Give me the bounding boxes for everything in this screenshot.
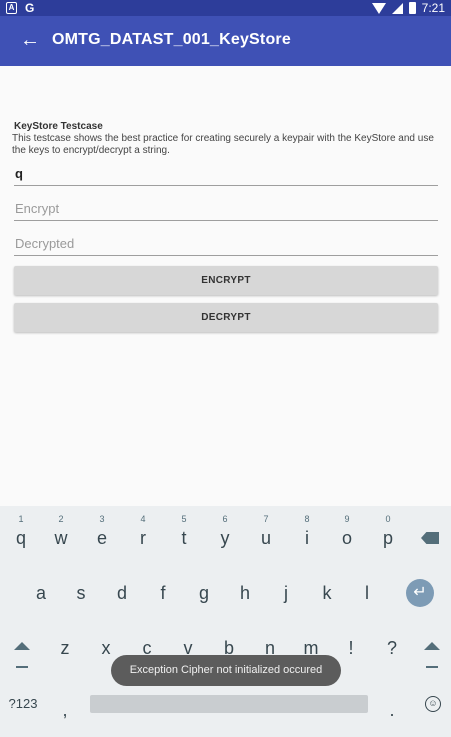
key-s[interactable]: s bbox=[70, 583, 92, 604]
key-i[interactable]: 8i bbox=[296, 514, 318, 549]
backspace-icon bbox=[421, 532, 439, 544]
app-bar: ← OMTG_DATAST_001_KeyStore bbox=[0, 16, 451, 66]
key-q[interactable]: 1q bbox=[10, 514, 32, 549]
key-a[interactable]: a bbox=[30, 583, 52, 604]
key-hint: 0 bbox=[385, 514, 391, 524]
wifi-icon bbox=[371, 2, 386, 14]
status-bar: A G 7:21 bbox=[0, 0, 451, 16]
emoji-icon: ☺ bbox=[425, 696, 441, 712]
key-y[interactable]: 6y bbox=[214, 514, 236, 549]
key-e[interactable]: 3e bbox=[91, 514, 113, 549]
a-icon: A bbox=[6, 2, 17, 14]
key-g[interactable]: g bbox=[193, 583, 215, 604]
key-r[interactable]: 4r bbox=[132, 514, 154, 549]
toast-message: Exception Cipher not initialized occured bbox=[111, 655, 341, 686]
key-z[interactable]: z bbox=[54, 638, 76, 659]
key-u[interactable]: 7u bbox=[255, 514, 277, 549]
shift-icon bbox=[14, 642, 30, 650]
back-arrow-icon[interactable]: ← bbox=[18, 28, 42, 52]
input-value: q bbox=[15, 166, 23, 181]
testcase-title: KeyStore Testcase bbox=[14, 121, 103, 132]
input-field[interactable]: q bbox=[14, 162, 438, 186]
key-k[interactable]: k bbox=[316, 583, 338, 604]
encrypt-button[interactable]: ENCRYPT bbox=[14, 266, 438, 295]
backspace-key[interactable] bbox=[421, 532, 439, 544]
enter-key[interactable]: ↵ bbox=[406, 579, 434, 607]
shift-key-right[interactable] bbox=[424, 642, 440, 668]
shift-icon bbox=[424, 642, 440, 650]
key-hint: 1 bbox=[18, 514, 24, 524]
key-l[interactable]: l bbox=[356, 583, 378, 604]
key-hint: 8 bbox=[304, 514, 310, 524]
enter-icon: ↵ bbox=[406, 579, 434, 607]
period-key[interactable]: . bbox=[384, 700, 400, 721]
key-x[interactable]: x bbox=[95, 638, 117, 659]
key-w[interactable]: 2w bbox=[50, 514, 72, 549]
key-hint: 3 bbox=[99, 514, 105, 524]
testcase-description: This testcase shows the best practice fo… bbox=[12, 133, 434, 156]
space-bar[interactable] bbox=[90, 695, 368, 713]
comma-key[interactable]: , bbox=[57, 700, 73, 721]
decrypt-button[interactable]: DECRYPT bbox=[14, 303, 438, 332]
key-f[interactable]: f bbox=[152, 583, 174, 604]
key-hint: 2 bbox=[58, 514, 64, 524]
key-j[interactable]: j bbox=[275, 583, 297, 604]
decrypted-placeholder: Decrypted bbox=[15, 236, 75, 251]
status-time: 7:21 bbox=[421, 1, 445, 15]
key-exclamation[interactable]: ! bbox=[340, 638, 362, 659]
encrypt-placeholder: Encrypt bbox=[15, 201, 60, 216]
encrypt-field[interactable]: Encrypt bbox=[14, 197, 438, 221]
shift-key-left[interactable] bbox=[14, 642, 30, 668]
key-hint: 4 bbox=[140, 514, 146, 524]
key-d[interactable]: d bbox=[111, 583, 133, 604]
key-p[interactable]: 0p bbox=[377, 514, 399, 549]
symbols-key[interactable]: ?123 bbox=[6, 696, 40, 711]
key-h[interactable]: h bbox=[234, 583, 256, 604]
key-o[interactable]: 9o bbox=[336, 514, 358, 549]
key-question[interactable]: ? bbox=[381, 638, 403, 659]
key-hint: 6 bbox=[222, 514, 228, 524]
key-t[interactable]: 5t bbox=[173, 514, 195, 549]
decrypted-field[interactable]: Decrypted bbox=[14, 232, 438, 256]
battery-icon bbox=[408, 2, 416, 14]
key-hint: 7 bbox=[263, 514, 269, 524]
soft-keyboard: 1q 2w 3e 4r 5t 6y 7u 8i 9o 0p a s d f g … bbox=[0, 506, 451, 737]
g-icon: G bbox=[25, 1, 35, 15]
emoji-key[interactable]: ☺ bbox=[425, 696, 441, 712]
key-hint: 9 bbox=[344, 514, 350, 524]
key-hint: 5 bbox=[181, 514, 187, 524]
page-title: OMTG_DATAST_001_KeyStore bbox=[52, 31, 291, 48]
cell-signal-icon bbox=[391, 2, 403, 14]
